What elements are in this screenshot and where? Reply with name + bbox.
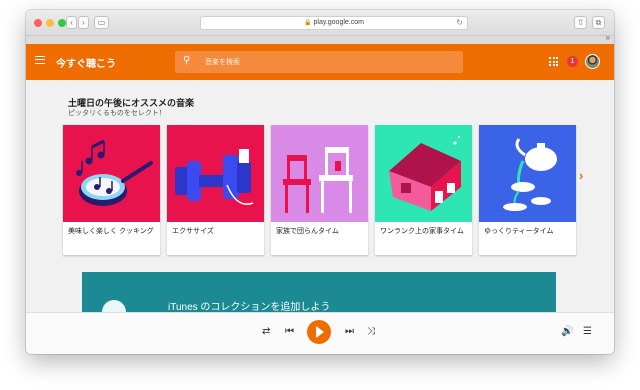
address-url: play.google.com (313, 19, 364, 26)
play-button[interactable] (307, 320, 331, 344)
banner-text: iTunes のコレクションを追加しよう (168, 302, 331, 313)
search-box[interactable]: ⚲ 音楽を検索 (175, 51, 463, 73)
teatime-artwork (479, 125, 576, 222)
lock-icon: 🔒 (304, 20, 312, 26)
menu-icon[interactable] (35, 56, 45, 64)
playlist-card-exercise[interactable]: エクササイズ (167, 125, 264, 255)
previous-icon[interactable]: ⏮ (285, 326, 294, 337)
shuffle-icon[interactable]: ⤨ (367, 326, 375, 337)
minimize-window-button[interactable] (46, 19, 54, 27)
card-title: ゆっくりティータイム (484, 228, 554, 235)
page-title: 今すぐ聴こう (56, 59, 116, 70)
back-button[interactable]: ‹ (66, 16, 77, 29)
notification-badge[interactable]: 1 (567, 56, 578, 67)
next-icon[interactable]: ⏭ (345, 326, 354, 337)
tab-bar: » (26, 33, 614, 44)
zoom-window-button[interactable] (58, 19, 66, 27)
forward-button[interactable]: › (78, 16, 89, 29)
queue-icon[interactable]: ☰ (583, 326, 592, 337)
apps-grid-icon[interactable] (549, 57, 558, 66)
browser-window: ‹ › ▭ 🔒 play.google.com ↻ ⇧ ⧉ » 今すぐ聴こう ⚲ … (26, 10, 614, 354)
carousel-next-icon[interactable]: › (579, 168, 583, 183)
exercise-artwork (167, 125, 264, 222)
tabs-overview-icon[interactable]: ⧉ (592, 16, 605, 29)
reload-icon[interactable]: ↻ (456, 17, 463, 29)
playlist-card-housework[interactable]: ワンランク上の家事タイム (375, 125, 472, 255)
share-icon[interactable]: ⇧ (574, 16, 587, 29)
housework-artwork (375, 125, 472, 222)
address-bar[interactable]: 🔒 play.google.com ↻ (200, 16, 468, 30)
playlist-card-cooking[interactable]: 美味しく楽しく クッキング (63, 125, 160, 255)
search-icon: ⚲ (183, 55, 191, 66)
section-subtitle: ピッタリくるものをセレクト！ (68, 110, 166, 117)
card-title: 家族で団らんタイム (276, 228, 339, 235)
sidebar-toggle-icon[interactable]: ▭ (94, 16, 109, 29)
browser-titlebar: ‹ › ▭ 🔒 play.google.com ↻ ⇧ ⧉ (26, 10, 614, 36)
card-title: 美味しく楽しく クッキング (68, 228, 154, 235)
main-content: 土曜日の午後にオススメの音楽 ピッタリくるものをセレクト！ 美味しく楽しく クッ… (26, 80, 614, 324)
repeat-icon[interactable]: ⇄ (262, 326, 270, 337)
avatar[interactable] (585, 54, 600, 69)
volume-icon[interactable]: 🔊 (561, 326, 573, 337)
player-bar: ⇄ ⏮ ⏭ ⤨ 🔊 ☰ (26, 312, 614, 354)
playlist-card-family[interactable]: 家族で団らんタイム (271, 125, 368, 255)
cooking-artwork (63, 125, 160, 222)
card-title: エクササイズ (172, 228, 214, 235)
close-window-button[interactable] (34, 19, 42, 27)
more-bookmarks-icon[interactable]: » (606, 33, 610, 42)
card-title: ワンランク上の家事タイム (380, 228, 464, 235)
playlist-card-teatime[interactable]: ゆっくりティータイム (479, 125, 576, 255)
itunes-banner[interactable]: iTunes のコレクションを追加しよう (82, 272, 556, 324)
app-header: 今すぐ聴こう ⚲ 音楽を検索 1 (26, 44, 614, 80)
family-artwork (271, 125, 368, 222)
search-input[interactable]: 音楽を検索 (205, 57, 240, 67)
